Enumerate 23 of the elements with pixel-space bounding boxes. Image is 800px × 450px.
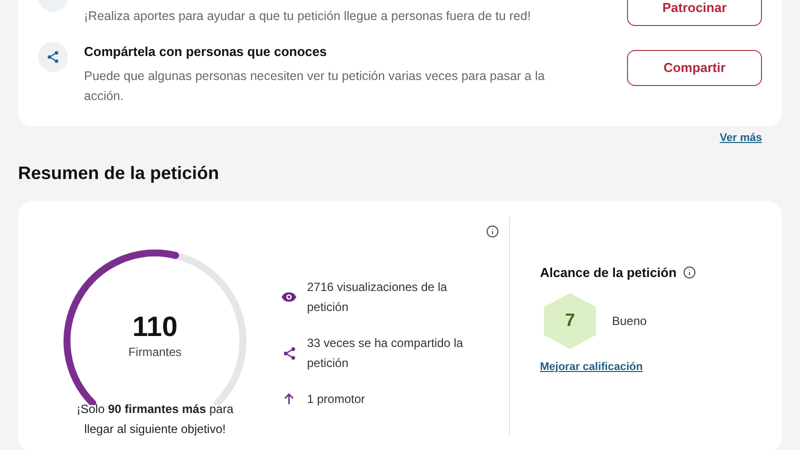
stat-text: 33 veces se ha compartido la petición [307,335,464,372]
reach-score: 7 [564,309,575,332]
action-button[interactable]: Patrocinar [627,0,762,26]
action-title: Compártela con personas que conoces [84,43,328,61]
signer-count: 110 [132,311,178,343]
arrow-up-icon [282,392,296,406]
signer-label: Firmantes [128,344,182,361]
action-description: ¡Realiza aportes para ayudar a que tu petición llegue a personas fuera de tu red! [84,8,532,25]
info-icon [486,225,499,238]
stat-text: 2716 visualizaciones de la petición [307,279,448,316]
improve-rating-link[interactable]: Mejorar calificación [540,358,696,375]
goal-note: ¡Solo 90 firmantes más para llegar al siguiente objetivo! [76,401,234,438]
hexagon-badge [544,292,596,348]
reach-rating: Bueno [612,312,647,330]
action-description: Puede que algunas personas necesiten ver tu petición varias veces para pasar a la acción. [84,68,546,104]
reach-title: Alcance de la petición [540,264,677,282]
info-icon [682,266,696,280]
action-button[interactable]: Compartir [627,50,762,86]
section-heading: Resumen de la petición [18,162,220,185]
share-icon [46,50,60,64]
see-more-link[interactable]: Ver más [720,130,762,146]
stat-text: 1 promotor [307,391,366,408]
share-icon [282,346,296,360]
